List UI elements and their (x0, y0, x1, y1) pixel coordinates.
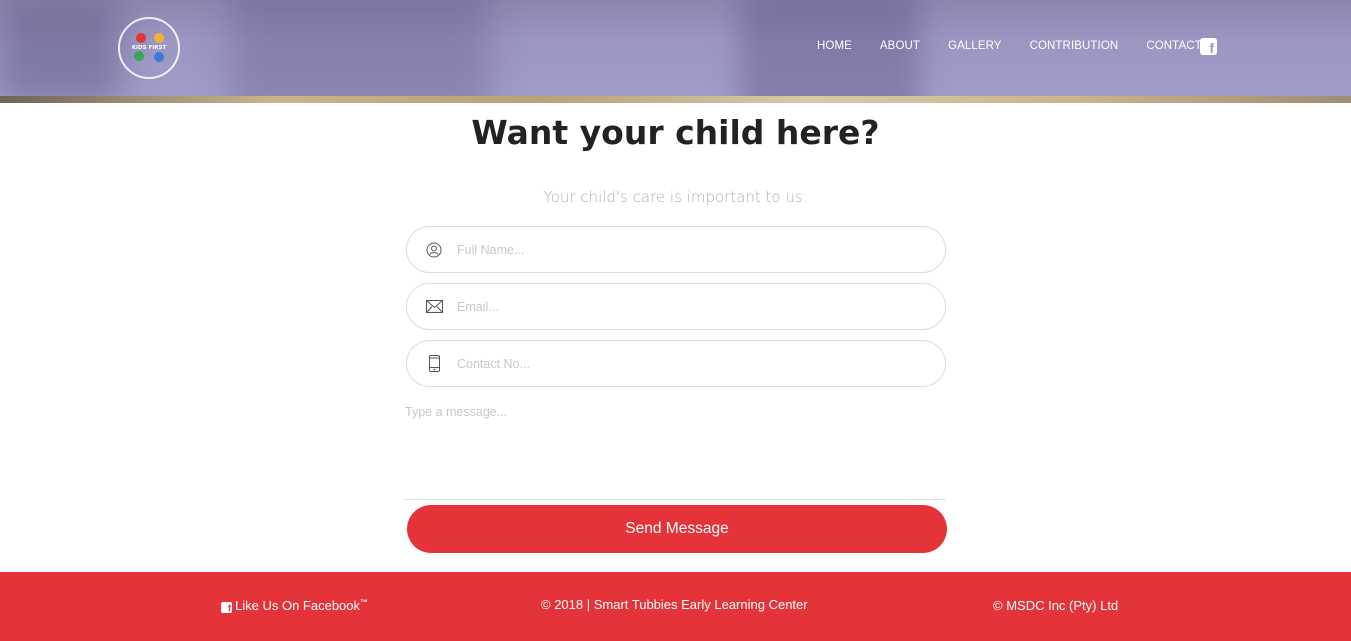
full-name-field[interactable] (406, 226, 946, 273)
phone-icon (425, 355, 443, 373)
facebook-like-link[interactable]: f Like Us On Facebook™ (221, 598, 368, 613)
message-textarea[interactable] (405, 405, 946, 500)
full-name-input[interactable] (457, 227, 945, 272)
email-field[interactable] (406, 283, 946, 330)
send-message-button[interactable]: Send Message (407, 505, 947, 553)
nav-about[interactable]: ABOUT (880, 40, 920, 52)
footer-credit: © MSDC Inc (Pty) Ltd (993, 598, 1119, 613)
contact-number-input[interactable] (457, 341, 945, 386)
nav-contribution[interactable]: CONTRIBUTION (1030, 40, 1119, 52)
header-background-strip (0, 96, 1351, 103)
user-icon (425, 241, 443, 259)
main-nav: HOME ABOUT GALLERY CONTRIBUTION CONTACT (817, 40, 1230, 52)
email-input[interactable] (457, 284, 945, 329)
header-background-blur (230, 0, 490, 103)
nav-home[interactable]: HOME (817, 40, 852, 52)
footer-copyright: © 2018 | Smart Tubbies Early Learning Ce… (541, 597, 808, 612)
site-logo[interactable]: KIDS FIRST (118, 17, 180, 79)
contact-number-field[interactable] (406, 340, 946, 387)
envelope-icon (425, 298, 443, 316)
logo-hand-green (134, 51, 144, 61)
facebook-icon[interactable]: f (1200, 38, 1217, 55)
site-header: KIDS FIRST HOME ABOUT GALLERY CONTRIBUTI… (0, 0, 1351, 103)
logo-hand-red (136, 33, 146, 43)
nav-contact[interactable]: CONTACT (1146, 40, 1201, 52)
logo-hand-yellow (154, 33, 164, 43)
header-background-blur (0, 0, 120, 103)
logo-text: KIDS FIRST (131, 45, 167, 51)
site-footer: f Like Us On Facebook™ © 2018 | Smart Tub… (0, 572, 1351, 641)
logo-hand-blue (154, 52, 164, 62)
page-title: Want your child here? (471, 113, 880, 152)
page-subtitle: Your child's care is important to us. (543, 188, 808, 206)
nav-gallery[interactable]: GALLERY (948, 40, 1002, 52)
facebook-icon: f (221, 602, 232, 613)
facebook-like-label: Like Us On Facebook (235, 598, 361, 613)
trademark-symbol: ™ (360, 598, 369, 607)
